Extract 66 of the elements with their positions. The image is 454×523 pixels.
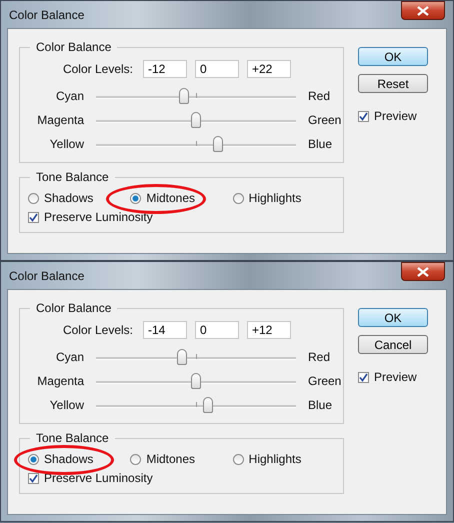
radio-button[interactable]	[130, 192, 142, 204]
level-field[interactable]: -12	[143, 60, 187, 78]
close-icon	[417, 266, 429, 276]
checkbox-label: Preview	[374, 109, 417, 123]
slider-label: Magenta	[36, 374, 85, 388]
ok-button[interactable]: OK	[358, 308, 428, 327]
slider-track[interactable]	[96, 136, 296, 152]
slider-track[interactable]	[96, 88, 296, 104]
group-label: Color Balance	[30, 301, 118, 315]
level-field[interactable]: 0	[195, 60, 239, 78]
levels-label: Color Levels:	[62, 323, 133, 337]
dialog-button[interactable]: Cancel	[358, 335, 428, 354]
slider-label: Green	[307, 113, 342, 127]
radio-label: Highlights	[248, 191, 302, 205]
close-icon	[417, 6, 429, 16]
slider-label: Cyan	[54, 89, 85, 103]
dialog-button[interactable]: Reset	[358, 74, 428, 93]
slider-label: Yellow	[48, 398, 85, 412]
slider-thumb[interactable]	[179, 88, 189, 104]
slider-label: Red	[307, 350, 330, 364]
slider-label: Blue	[307, 398, 332, 412]
slider-label: Red	[307, 89, 330, 103]
group-label: Tone Balance	[30, 431, 115, 445]
checkbox-label: Preserve Luminosity	[44, 210, 153, 224]
radio-label: Shadows	[44, 452, 94, 466]
close-button[interactable]	[401, 1, 445, 20]
radio-button[interactable]	[232, 454, 244, 464]
radio-button[interactable]	[130, 454, 142, 464]
slider-thumb[interactable]	[177, 349, 187, 365]
level-field[interactable]: 0	[195, 321, 239, 339]
slider-thumb[interactable]	[213, 136, 223, 152]
radio-button[interactable]	[232, 192, 244, 204]
ok-button[interactable]: OK	[358, 47, 428, 66]
slider-thumb[interactable]	[191, 112, 201, 128]
slider-label: Green	[307, 374, 342, 388]
window-title: Color Balance	[9, 268, 84, 282]
slider-thumb[interactable]	[203, 397, 213, 413]
checkbox[interactable]	[28, 472, 39, 484]
radio-label: Shadows	[44, 191, 94, 205]
levels-label: Color Levels:	[62, 62, 133, 76]
level-field[interactable]: +12	[247, 321, 291, 339]
group-label: Color Balance	[30, 40, 118, 54]
slider-track[interactable]	[96, 349, 296, 365]
slider-label: Blue	[307, 137, 332, 151]
slider-label: Cyan	[54, 350, 85, 364]
slider-track[interactable]	[96, 373, 296, 389]
checkbox[interactable]	[28, 212, 39, 222]
window-title: Color Balance	[9, 8, 84, 22]
level-field[interactable]: +22	[247, 60, 291, 78]
level-field[interactable]: -14	[143, 321, 187, 339]
checkbox-label: Preserve Luminosity	[44, 471, 153, 485]
checkbox[interactable]	[358, 110, 369, 122]
slider-label: Yellow	[48, 137, 85, 151]
slider-track[interactable]	[96, 397, 296, 413]
slider-thumb[interactable]	[191, 373, 201, 389]
radio-label: Midtones	[146, 191, 196, 205]
checkbox[interactable]	[358, 372, 369, 382]
radio-label: Midtones	[146, 452, 196, 466]
slider-track[interactable]	[96, 112, 296, 128]
close-button[interactable]	[401, 262, 445, 281]
radio-label: Highlights	[248, 452, 302, 466]
radio-button[interactable]	[28, 454, 39, 464]
checkbox-label: Preview	[374, 370, 417, 384]
radio-button[interactable]	[28, 192, 39, 204]
slider-label: Magenta	[36, 113, 85, 127]
group-label: Tone Balance	[30, 170, 115, 184]
